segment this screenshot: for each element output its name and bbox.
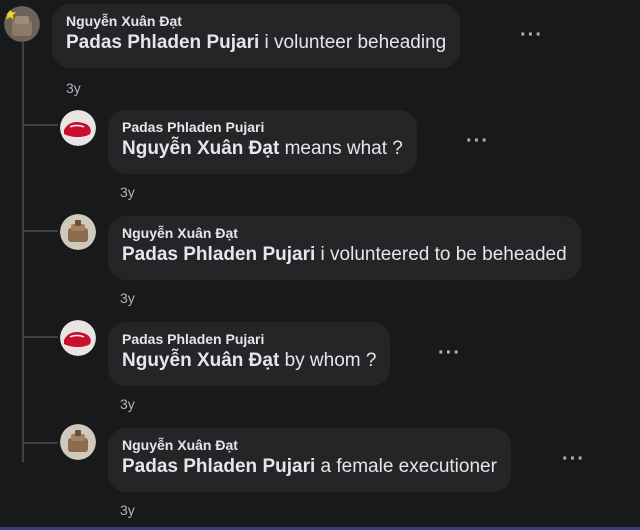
comment-timestamp[interactable]: 3y: [66, 80, 81, 96]
comment-bubble: Nguyễn Xuân Đạt Padas Phladen Pujari a f…: [108, 428, 511, 492]
red-avatar-icon[interactable]: [60, 320, 96, 356]
more-options-button[interactable]: ···: [438, 343, 461, 363]
thread-branch: [22, 230, 58, 232]
comment-body: means what ?: [279, 138, 403, 159]
thread-branch: [22, 124, 58, 126]
more-options-button[interactable]: ···: [466, 131, 489, 151]
comment-text: Nguyễn Xuân Đạt by whom ?: [122, 348, 376, 374]
comment-timestamp[interactable]: 3y: [120, 184, 135, 200]
comment-author[interactable]: Padas Phladen Pujari: [122, 330, 376, 348]
star-badge-avatar-icon[interactable]: [4, 6, 40, 42]
comment-body: by whom ?: [279, 350, 377, 371]
comment-thread: Nguyễn Xuân Đạt Padas Phladen Pujari i v…: [0, 0, 640, 530]
brown-avatar-icon[interactable]: [60, 424, 96, 460]
comment-bubble: Padas Phladen Pujari Nguyễn Xuân Đạt by …: [108, 322, 391, 386]
comment-author[interactable]: Nguyễn Xuân Đạt: [122, 224, 567, 242]
mention-link[interactable]: Nguyễn Xuân Đạt: [122, 138, 279, 159]
brown-avatar-icon[interactable]: [60, 214, 96, 250]
comment-text: Padas Phladen Pujari i volunteer beheadi…: [66, 30, 446, 56]
comment-author[interactable]: Padas Phladen Pujari: [122, 118, 403, 136]
comment-bubble: Padas Phladen Pujari Nguyễn Xuân Đạt mea…: [108, 110, 417, 174]
comment-body: i volunteer beheading: [259, 32, 447, 53]
more-options-button[interactable]: ···: [562, 449, 585, 469]
comment-timestamp[interactable]: 3y: [120, 290, 135, 306]
comment-author[interactable]: Nguyễn Xuân Đạt: [122, 436, 497, 454]
thread-line: [22, 42, 24, 462]
comment-timestamp[interactable]: 3y: [120, 502, 135, 518]
comment-body: a female executioner: [315, 456, 497, 477]
comment-text: Padas Phladen Pujari i volunteered to be…: [122, 242, 567, 268]
mention-link[interactable]: Padas Phladen Pujari: [66, 32, 259, 53]
thread-branch: [22, 442, 58, 444]
thread-branch: [22, 336, 58, 338]
comment-text: Nguyễn Xuân Đạt means what ?: [122, 136, 403, 162]
mention-link[interactable]: Padas Phladen Pujari: [122, 244, 315, 265]
mention-link[interactable]: Nguyễn Xuân Đạt: [122, 350, 279, 371]
comment-timestamp[interactable]: 3y: [120, 396, 135, 412]
red-avatar-icon[interactable]: [60, 110, 96, 146]
mention-link[interactable]: Padas Phladen Pujari: [122, 456, 315, 477]
comment-text: Padas Phladen Pujari a female executione…: [122, 454, 497, 480]
comment-author[interactable]: Nguyễn Xuân Đạt: [66, 12, 446, 30]
comment-bubble: Nguyễn Xuân Đạt Padas Phladen Pujari i v…: [108, 216, 581, 280]
more-options-button[interactable]: ···: [520, 25, 543, 45]
comment-body: i volunteered to be beheaded: [315, 244, 567, 265]
comment-bubble: Nguyễn Xuân Đạt Padas Phladen Pujari i v…: [52, 4, 461, 68]
